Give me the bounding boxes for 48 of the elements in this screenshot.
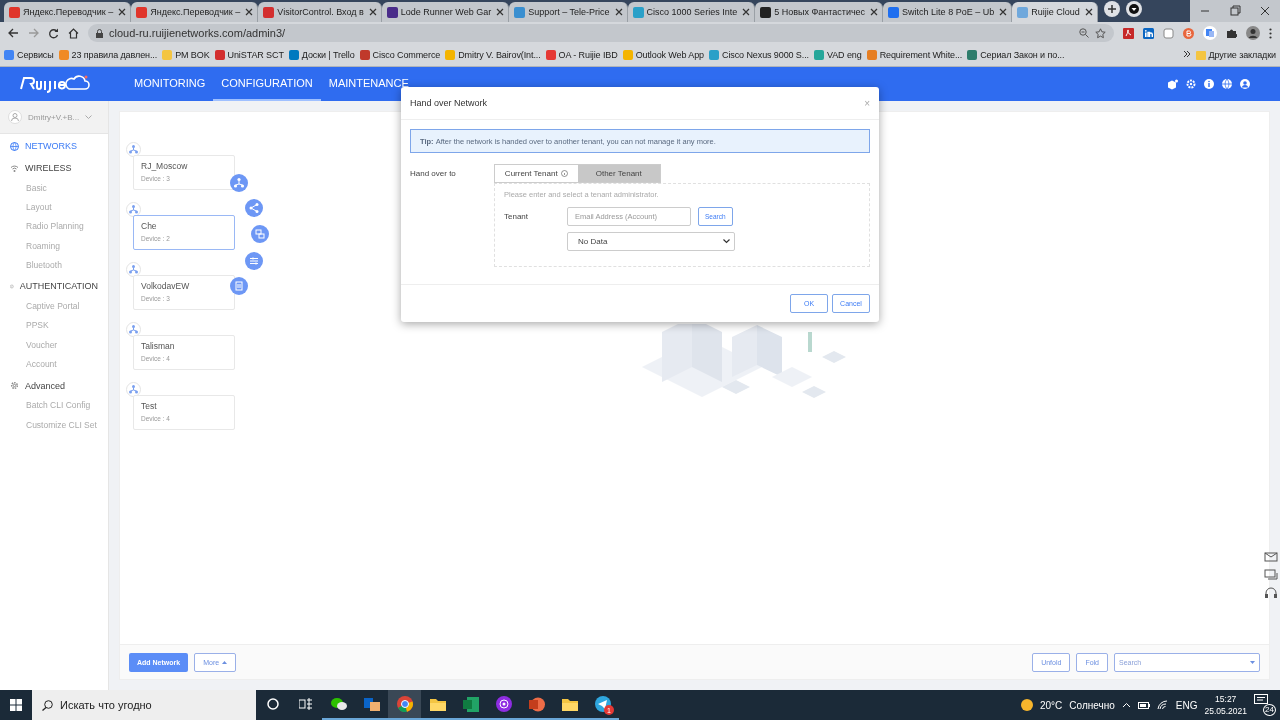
tenant-select[interactable]: No Data <box>567 232 735 251</box>
bookmark[interactable]: Requirement White... <box>866 50 963 60</box>
sidebar-section[interactable]: AUTHENTICATION <box>0 276 108 297</box>
tenant-option[interactable]: Other Tenant <box>577 165 660 182</box>
nav-tab[interactable]: CONFIGURATION <box>213 67 321 101</box>
browser-tab[interactable]: Support – Tele-Price <box>509 2 628 22</box>
bookmark[interactable]: Доски | Trello <box>288 50 355 60</box>
bookmark[interactable]: Outlook Web App <box>622 50 704 60</box>
network-name: Talisman <box>141 341 176 351</box>
notification-button[interactable]: 24 <box>1254 694 1276 716</box>
nav-tab[interactable]: MONITORING <box>126 67 214 101</box>
address-bar[interactable]: cloud-ru.ruijienetworks.com/admin3/ <box>88 24 1114 42</box>
bookmark[interactable]: VAD eng <box>813 50 862 60</box>
clock-time: 15:27 <box>1215 694 1237 704</box>
network-name: VolkodavEW <box>141 281 191 291</box>
browser-tab[interactable]: VisitorControl. Вход в <box>258 2 382 22</box>
search-field[interactable]: Искать что угодно <box>32 690 256 720</box>
network-name: RJ_Moscow <box>141 161 189 171</box>
browser-tab[interactable]: 5 Новых Фантастичес <box>755 2 884 22</box>
language-indicator[interactable]: ENG <box>1175 699 1198 711</box>
bookmark[interactable]: Сериал Закон и по... <box>967 50 1065 60</box>
browser-tab[interactable]: Яндекс.Переводчик – <box>4 2 132 22</box>
browser-tab[interactable]: Switch Lite 8 PoE – Ub <box>883 2 1013 22</box>
bookmark[interactable]: PM BOK <box>162 50 210 60</box>
field-label: Tenant <box>504 212 530 221</box>
sidebar-section[interactable]: NETWORKS <box>0 136 108 156</box>
browser-tab[interactable]: Яндекс.Переводчик – <box>131 2 259 22</box>
bookmark[interactable]: UniSTAR SCT <box>214 50 284 60</box>
bookmark-folder[interactable]: Другие закладки <box>1195 50 1276 60</box>
bookmark[interactable]: Сервисы <box>4 50 54 60</box>
bookmark[interactable]: Cisco Nexus 9000 S... <box>709 50 809 60</box>
bookmark[interactable]: Cisco Commerce <box>359 50 441 60</box>
temperature: 20°C <box>1040 699 1063 711</box>
sidebar-section[interactable]: Advanced <box>0 375 108 396</box>
clock-date: 25.05.2021 <box>1204 706 1247 716</box>
bookmark[interactable]: Dmitry V. Bairov(Int... <box>445 50 541 60</box>
browser-tab[interactable]: Cisco 1000 Series Inte <box>627 2 756 22</box>
weather-text: Солнечно <box>1069 699 1115 711</box>
bookmark[interactable]: 23 правила давлен... <box>58 50 158 60</box>
network-name: Che <box>141 221 158 231</box>
sidebar-section[interactable]: WIRELESS <box>0 158 108 178</box>
bookmark[interactable]: OA - Ruijie IBD <box>545 50 618 60</box>
browser-tab[interactable]: Lode Runner Web Gar <box>381 2 510 22</box>
dialog-title: Hand over Network <box>410 98 489 108</box>
nav-tab[interactable]: MAINTENANCE <box>320 67 417 101</box>
field-label: Hand over to <box>410 168 457 180</box>
browser-tab[interactable]: Ruijie Cloud <box>1012 2 1098 22</box>
network-name: Test <box>141 401 158 411</box>
